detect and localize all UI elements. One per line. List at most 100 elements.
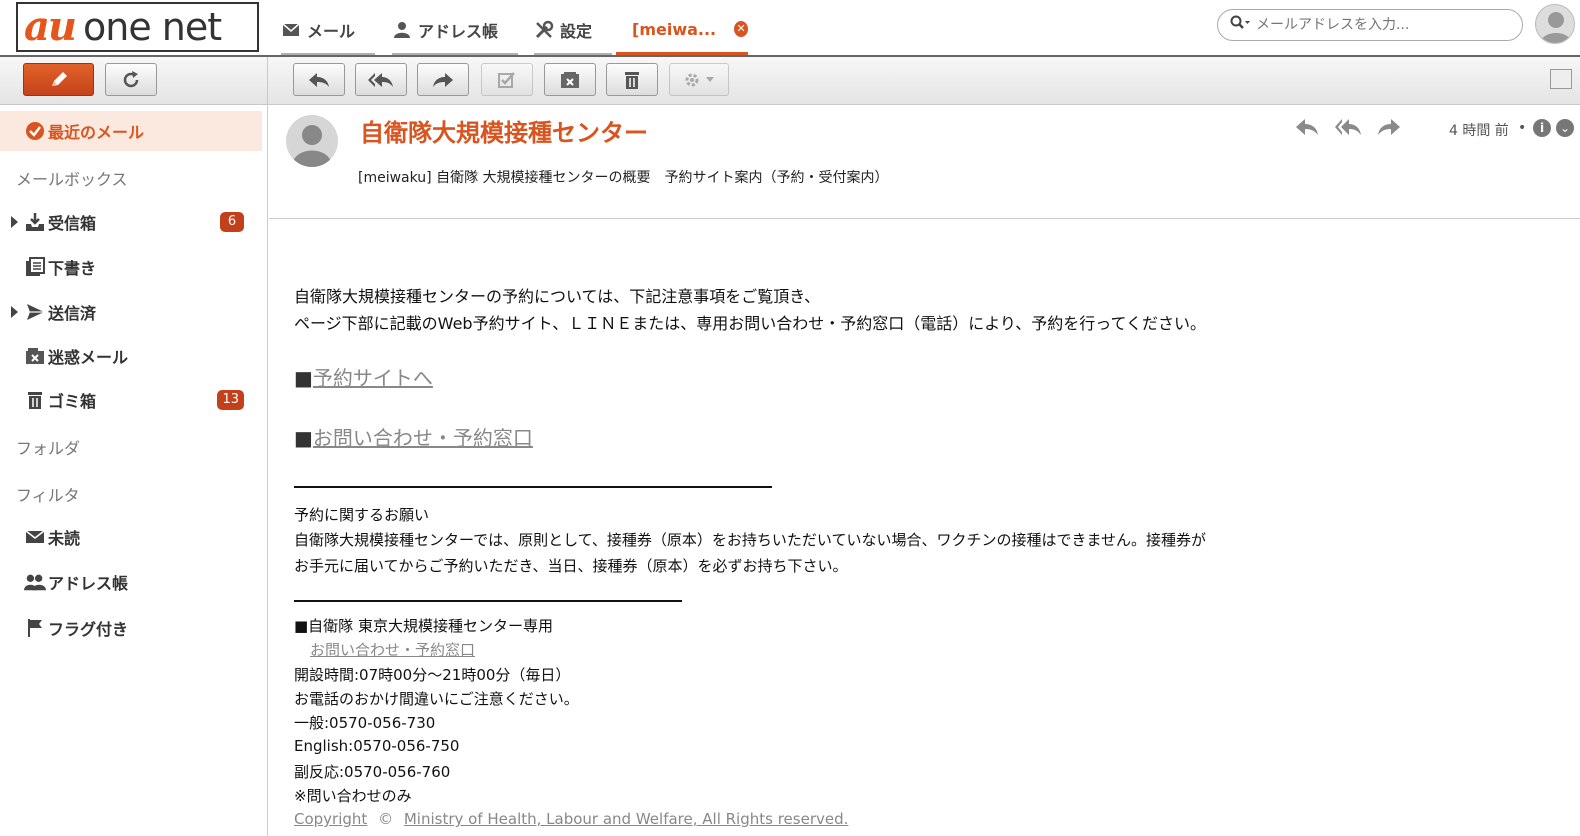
logo-au-text: au xyxy=(24,3,77,50)
expand-icon[interactable]: ⌄ xyxy=(1556,119,1574,137)
message-subject: 自衛隊大規模接種センター xyxy=(360,119,648,147)
toolbar-divider xyxy=(267,57,268,105)
people-icon xyxy=(24,571,46,593)
tab-address-book-label: アドレス帳 xyxy=(418,21,499,41)
tokyo-center-title: ■自衛隊 東京大規模接種センター専用 xyxy=(294,617,553,635)
chevron-down-icon xyxy=(706,76,714,82)
send-icon xyxy=(24,301,46,323)
ministry-link[interactable]: Ministry of Health, Labour and Welfare, … xyxy=(404,810,849,828)
expand-arrow-icon[interactable] xyxy=(11,306,18,318)
sender-avatar[interactable] xyxy=(286,115,338,167)
sidebar-item-label: アドレス帳 xyxy=(48,574,129,593)
sidebar-item-label: 受信箱 xyxy=(48,214,97,233)
inbox-icon xyxy=(24,211,46,233)
close-tab-icon[interactable]: ✕ xyxy=(734,21,748,37)
sidebar-item-label: 下書き xyxy=(48,259,97,278)
request-line-1: 自衛隊大規模接種センターでは、原則として、接種券（原本）をお持ちいただいていない… xyxy=(294,531,1207,549)
reply-icon xyxy=(309,72,329,87)
reply-icon[interactable] xyxy=(1294,117,1320,141)
contact-link-text[interactable]: お問い合わせ・予約窓口 xyxy=(313,426,533,450)
sidebar-item-drafts[interactable]: 下書き xyxy=(0,247,262,287)
spam-folder-icon xyxy=(561,71,579,88)
sidebar-item-recent[interactable]: 最近のメール xyxy=(0,111,262,151)
sidebar-item-sent[interactable]: 送信済 xyxy=(0,292,262,332)
sidebar-item-unread[interactable]: 未読 xyxy=(0,517,262,557)
tab-open-message-label: [meiwa... xyxy=(632,19,717,39)
tab-mail-label: メール xyxy=(307,21,356,41)
call-caution: お電話のおかけ間違いにご注意ください。 xyxy=(294,690,579,708)
search-box[interactable] xyxy=(1217,9,1523,41)
folder-heading[interactable]: フォルダ xyxy=(16,435,80,459)
toolbar xyxy=(0,57,1580,105)
user-avatar[interactable] xyxy=(1535,4,1575,44)
sidebar-item-flagged[interactable]: フラグ付き xyxy=(0,608,262,648)
request-title: 予約に関するお願い xyxy=(294,506,430,524)
forward-icon xyxy=(433,72,453,87)
envelope-icon xyxy=(281,20,301,40)
reply-all-icon xyxy=(368,72,393,87)
forward-icon[interactable] xyxy=(1376,117,1402,141)
tools-icon xyxy=(534,20,554,40)
sidebar-item-label: フラグ付き xyxy=(48,620,129,639)
search-input[interactable] xyxy=(1256,17,1506,33)
trash-icon xyxy=(24,389,46,411)
spam-button[interactable] xyxy=(544,63,596,96)
tab-open-message[interactable]: [meiwa... ✕ xyxy=(616,6,748,55)
divider-1 xyxy=(294,486,772,488)
sidebar-item-spam[interactable]: 迷惑メール xyxy=(0,336,262,376)
english-phone: English:0570-056-750 xyxy=(294,737,460,755)
side-effect-phone: 副反応:0570-056-760 xyxy=(294,763,451,781)
filter-heading[interactable]: フィルタ xyxy=(16,482,80,506)
trash-icon xyxy=(625,71,639,89)
tab-mail[interactable]: メール xyxy=(281,6,375,55)
reservation-site-link[interactable]: ■予約サイトへ xyxy=(294,362,433,391)
layout-toggle-button[interactable] xyxy=(1550,69,1572,89)
sidebar-item-trash[interactable]: ゴミ箱 13 xyxy=(0,380,262,420)
logo-net-text: one net xyxy=(83,5,222,49)
copyright-icon: © xyxy=(378,810,394,828)
reply-all-button[interactable] xyxy=(355,63,407,96)
search-icon[interactable] xyxy=(1230,15,1250,35)
compose-button[interactable] xyxy=(23,63,94,96)
bullet-square-icon: ■ xyxy=(294,426,313,450)
sidebar: 最近のメール メールボックス 受信箱 6 下書き 送信済 迷惑メール ゴミ箱 1… xyxy=(0,105,268,836)
tab-settings-label: 設定 xyxy=(560,21,593,41)
copyright-line: Copyright © Ministry of Health, Labour a… xyxy=(294,810,848,828)
drafts-icon xyxy=(24,256,46,278)
contact-link[interactable]: ■お問い合わせ・予約窓口 xyxy=(294,422,533,451)
intro-line-1: 自衛隊大規模接種センターの予約については、下記注意事項をご覧頂き、 xyxy=(294,287,821,306)
message-preview: [meiwaku] 自衛隊 大規模接種センターの概要 予約サイト案内（予約・受付… xyxy=(358,170,889,186)
separator-dot-icon: • xyxy=(1518,120,1527,136)
intro-line-2: ページ下部に記載のWeb予約サイト、ＬＩＮＥまたは、専用お問い合わせ・予約窓口（… xyxy=(294,314,1207,333)
opening-hours: 開設時間:07時00分～21時00分（毎日） xyxy=(294,666,571,684)
info-icon[interactable]: i xyxy=(1533,119,1551,137)
reply-all-icon[interactable] xyxy=(1334,117,1362,141)
mark-read-button[interactable] xyxy=(481,63,533,96)
tab-address-book[interactable]: アドレス帳 xyxy=(392,6,518,55)
refresh-icon xyxy=(123,70,139,87)
sidebar-item-label: 迷惑メール xyxy=(48,348,129,367)
gear-icon xyxy=(685,73,699,86)
settings-menu-button[interactable] xyxy=(669,63,729,96)
tab-settings[interactable]: 設定 xyxy=(534,6,612,55)
bullet-square-icon: ■ xyxy=(294,366,313,390)
expand-arrow-icon[interactable] xyxy=(11,216,18,228)
trash-count-badge: 13 xyxy=(217,390,244,410)
reservation-site-link-text[interactable]: 予約サイトへ xyxy=(313,366,433,390)
sidebar-item-label: 最近のメール xyxy=(48,123,145,142)
reply-button[interactable] xyxy=(293,63,345,96)
delete-button[interactable] xyxy=(606,63,658,96)
tokyo-contact-link[interactable]: お問い合わせ・予約窓口 xyxy=(310,639,475,660)
sidebar-item-address-book[interactable]: アドレス帳 xyxy=(0,562,262,602)
general-phone: 一般:0570-056-730 xyxy=(294,714,436,732)
refresh-button[interactable] xyxy=(105,63,157,96)
message-header: 自衛隊大規模接種センター [meiwaku] 自衛隊 大規模接種センターの概要 … xyxy=(269,105,1580,219)
header-actions xyxy=(1294,117,1402,141)
mailbox-heading: メールボックス xyxy=(16,170,128,189)
copyright-link[interactable]: Copyright xyxy=(294,810,367,828)
sidebar-item-inbox[interactable]: 受信箱 6 xyxy=(0,202,262,242)
top-bar: au one net メール アドレス帳 設定 [meiwa... ✕ xyxy=(0,0,1580,57)
au-one-net-logo[interactable]: au one net xyxy=(16,2,259,52)
person-icon xyxy=(392,20,412,40)
forward-button[interactable] xyxy=(417,63,469,96)
